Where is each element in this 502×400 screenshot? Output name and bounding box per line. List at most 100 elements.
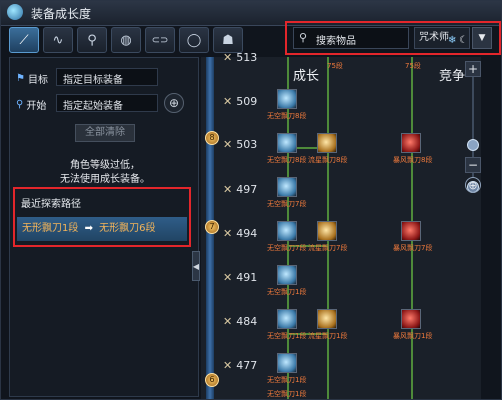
level-marker: ✕ 509 — [223, 95, 258, 108]
crossed-swords-icon: ✕ — [223, 359, 233, 372]
crossed-swords-icon: ✕ — [223, 95, 233, 108]
snowflake-icon: ❄ — [448, 35, 457, 46]
level-marker: ✕ 491 — [223, 271, 258, 284]
start-equipment-field[interactable]: 指定起始装备 — [56, 94, 158, 112]
level-marker: ✕ 513 — [223, 51, 258, 64]
flag-icon: ⚑ — [16, 72, 25, 84]
item-label: 无空飘刀1段 — [267, 376, 307, 384]
path-from: 无形飘刀1段 — [22, 223, 79, 234]
item-node[interactable] — [277, 265, 297, 285]
arrow-right-icon: ➡ — [84, 223, 93, 234]
ring-icon: ◍ — [120, 32, 132, 48]
window-title: 装备成长度 — [31, 7, 92, 21]
item-node[interactable] — [401, 133, 421, 153]
crossed-swords-icon: ✕ — [223, 51, 233, 64]
item-node[interactable] — [317, 309, 337, 329]
chevron-down-icon: ▼ — [478, 33, 486, 43]
center-view-button[interactable]: ⊕ — [465, 177, 481, 193]
pet-icon: ☗ — [222, 32, 234, 48]
search-icon: ⚲ — [299, 31, 308, 44]
path-to: 无形飘刀6段 — [99, 223, 156, 234]
item-label: 流星飘刀8段 — [308, 156, 348, 164]
zoom-slider-thumb[interactable] — [467, 139, 479, 151]
chevron-left-icon: ◀ — [192, 261, 200, 271]
item-node[interactable] — [317, 133, 337, 153]
item-label: 无空飘刀7段 — [267, 200, 307, 208]
game-logo-icon — [7, 4, 23, 20]
crossed-swords-icon: ✕ — [223, 183, 233, 196]
moon-icon: ☾ — [459, 35, 468, 46]
clear-all-button[interactable]: 全部清除 — [75, 124, 135, 142]
recent-paths-section: 最近探索路径 无形飘刀1段 ➡ 无形飘刀6段 — [13, 187, 191, 247]
start-row: ⚲ 开始 — [16, 94, 46, 114]
level-warning-line2: 无法使用成长装备。 — [60, 174, 150, 185]
minus-icon: − — [467, 158, 479, 172]
zoom-in-button[interactable]: + — [465, 61, 481, 77]
item-label: 无空飘刀8段 — [267, 156, 307, 164]
crossed-swords-icon: ✕ — [223, 227, 233, 240]
search-placeholder: 搜索物品 — [316, 36, 356, 47]
item-node[interactable] — [401, 309, 421, 329]
recent-path-item[interactable]: 无形飘刀1段 ➡ 无形飘刀6段 — [17, 217, 187, 241]
collapse-panel-button[interactable]: ◀ — [192, 251, 200, 281]
tab-ring[interactable]: ◍ — [111, 27, 141, 53]
item-node[interactable] — [401, 221, 421, 241]
level-marker: ✕ 494 — [223, 227, 258, 240]
level-marker: ✕ 484 — [223, 315, 258, 328]
locate-button[interactable]: ⊕ — [164, 93, 184, 113]
plus-icon: + — [467, 62, 479, 76]
item-label: 75段 — [327, 62, 343, 70]
item-node[interactable] — [277, 133, 297, 153]
staff-icon: ⚲ — [87, 32, 97, 48]
item-label: 暴风飘刀1段 — [393, 332, 433, 340]
level-warning-line1: 角色等级过低， — [70, 160, 140, 171]
class-dropdown-button[interactable]: ▼ — [472, 27, 492, 49]
class-name: 咒术师 — [419, 32, 449, 43]
item-node[interactable] — [277, 221, 297, 241]
item-node[interactable] — [317, 221, 337, 241]
item-node[interactable] — [277, 353, 297, 373]
item-label: 流星飘刀1段 — [308, 332, 348, 340]
item-label: 暴风飘刀7段 — [393, 244, 433, 252]
class-selector[interactable]: 咒术师 ❄ ☾ — [414, 27, 470, 49]
item-label: 无空飘刀8段 — [267, 112, 307, 120]
zoom-control: + − ⊕ — [465, 57, 483, 257]
crossed-swords-icon: ✕ — [223, 315, 233, 328]
column-header-growth: 成长 — [293, 69, 320, 84]
recent-paths-header: 最近探索路径 — [21, 199, 81, 210]
level-marker: ✕ 503 — [223, 138, 258, 151]
tab-belt[interactable]: ◯ — [179, 27, 209, 53]
item-label: 无空飘刀1段 — [267, 332, 307, 340]
target-label: 目标 — [27, 74, 48, 86]
item-search-input[interactable]: ⚲ 搜索物品 — [293, 27, 409, 49]
pin-icon: ⚲ — [16, 98, 24, 110]
whip-icon: ∿ — [52, 32, 64, 48]
item-label: 流星飘刀7段 — [308, 244, 348, 252]
item-node[interactable] — [277, 89, 297, 109]
sword-icon: ⟋ — [19, 32, 29, 48]
item-label: 无空飘刀7段 — [267, 244, 307, 252]
item-node[interactable] — [277, 309, 297, 329]
target-row: ⚑ 目标 — [16, 68, 48, 88]
item-label: 75段 — [405, 62, 421, 70]
crosshair-icon: ⊕ — [168, 96, 180, 110]
level-marker: ✕ 477 — [223, 359, 258, 372]
level-marker: ✕ 497 — [223, 183, 258, 196]
item-label: 暴风飘刀8段 — [393, 156, 433, 164]
tab-bracelet[interactable]: ⊂⊃ — [145, 27, 175, 53]
tab-staff[interactable]: ⚲ — [77, 27, 107, 53]
target-equipment-field[interactable]: 指定目标装备 — [56, 68, 158, 86]
belt-icon: ◯ — [186, 32, 202, 48]
tier-medal-icon: 8 — [205, 131, 219, 145]
item-label: 无空飘刀1段 — [267, 390, 307, 398]
tab-pet[interactable]: ☗ — [213, 27, 243, 53]
start-label: 开始 — [26, 100, 47, 112]
tab-whip[interactable]: ∿ — [43, 27, 73, 53]
zoom-out-button[interactable]: − — [465, 157, 481, 173]
item-label: 无空飘刀1段 — [267, 288, 307, 296]
crosshair-icon: ⊕ — [468, 179, 478, 192]
bracelet-icon: ⊂⊃ — [151, 34, 169, 46]
crossed-swords-icon: ✕ — [223, 138, 233, 151]
tab-sword[interactable]: ⟋ — [9, 27, 39, 53]
item-node[interactable] — [277, 177, 297, 197]
